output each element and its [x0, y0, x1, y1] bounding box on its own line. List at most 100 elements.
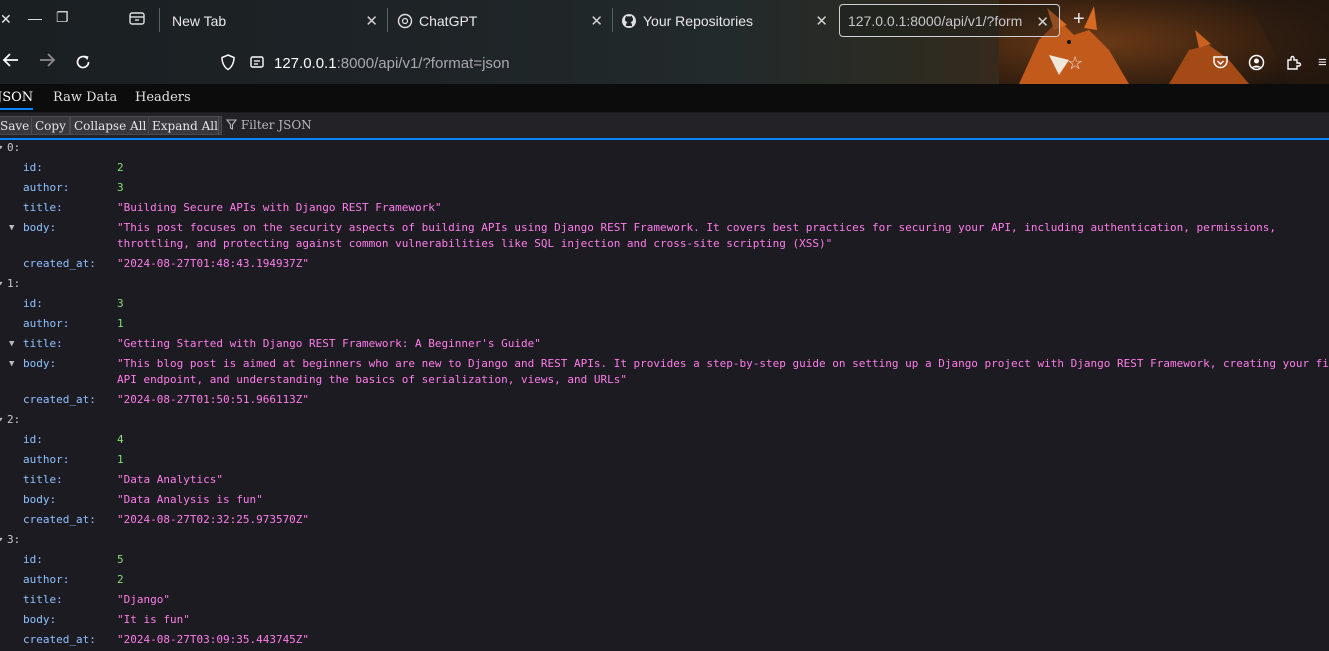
- expand-toggle-icon[interactable]: ▾: [0, 412, 3, 428]
- json-index: 3:: [7, 533, 21, 546]
- pocket-icon[interactable]: [1212, 54, 1229, 73]
- collapse-all-button[interactable]: Collapse All: [70, 116, 151, 135]
- json-key: created_at:: [23, 633, 96, 646]
- json-index: 2:: [7, 413, 21, 426]
- new-tab-icon[interactable]: +: [1073, 8, 1085, 31]
- json-key: author:: [23, 317, 70, 330]
- expand-toggle-icon[interactable]: ▼: [9, 336, 14, 352]
- extensions-icon[interactable]: [1285, 54, 1302, 74]
- github-icon: [621, 13, 637, 29]
- tab-json[interactable]: JSON: [0, 90, 34, 110]
- json-value: "It is fun": [117, 613, 190, 626]
- json-value: "2024-08-27T01:50:51.966113Z": [117, 393, 310, 406]
- json-key: body:: [23, 357, 57, 370]
- close-icon[interactable]: ✕: [815, 12, 828, 30]
- menu-icon[interactable]: ≡: [1318, 54, 1327, 71]
- json-key: title:: [23, 337, 63, 350]
- json-value: "Data Analysis is fun": [117, 493, 263, 506]
- expand-toggle-icon[interactable]: ▾: [0, 140, 3, 156]
- json-key: author:: [23, 453, 70, 466]
- tab-your-repositories[interactable]: Your Repositories ✕: [613, 4, 838, 37]
- filter-icon: [225, 118, 241, 132]
- reload-icon[interactable]: [75, 54, 91, 73]
- json-key: title:: [23, 473, 63, 486]
- account-icon[interactable]: [1248, 54, 1265, 74]
- json-value: 3: [117, 297, 124, 310]
- json-key: author:: [23, 573, 70, 586]
- json-key: id:: [23, 433, 43, 446]
- tab-label: New Tab: [172, 12, 227, 29]
- json-value: throttling, and protecting against commo…: [117, 237, 833, 250]
- tab-chatgpt[interactable]: ChatGPT ✕: [388, 4, 613, 37]
- json-key: created_at:: [23, 257, 96, 270]
- url-path: :8000/api/v1/?format=json: [336, 55, 510, 72]
- back-arrow-icon[interactable]: [2, 52, 20, 73]
- close-icon[interactable]: ✕: [1036, 13, 1049, 31]
- tab-label: Your Repositories: [643, 12, 753, 29]
- json-key: body:: [23, 613, 57, 626]
- expand-all-button[interactable]: Expand All: [148, 116, 222, 135]
- json-value: "2024-08-27T01:48:43.194937Z": [117, 257, 310, 270]
- toolbar-divider: [218, 116, 219, 135]
- url-bar[interactable]: 127.0.0.1:8000/api/v1/?format=json: [274, 55, 510, 72]
- chatgpt-icon: [397, 13, 413, 29]
- tab-new-tab[interactable]: New Tab ✕: [160, 4, 388, 37]
- json-value: "Getting Started with Django REST Framew…: [117, 337, 541, 350]
- json-key: author:: [23, 181, 70, 194]
- json-toolbar: Save Copy Collapse All Expand All Filter…: [0, 113, 1329, 140]
- tab-label: ChatGPT: [419, 12, 478, 29]
- close-icon[interactable]: ✕: [590, 12, 603, 30]
- browser-chrome: ✕ — ❐ New Tab ✕ ChatGPT ✕ Your Repositor…: [0, 0, 1329, 84]
- minimize-icon[interactable]: —: [28, 10, 42, 26]
- json-key: body:: [23, 493, 57, 506]
- json-value: "Data Analytics": [117, 473, 223, 486]
- json-value: "Building Secure APIs with Django REST F…: [117, 201, 442, 214]
- json-key: id:: [23, 297, 43, 310]
- json-key: title:: [23, 201, 63, 214]
- close-icon[interactable]: ✕: [0, 11, 12, 28]
- json-value: 1: [117, 317, 124, 330]
- json-value: 4: [117, 433, 124, 446]
- json-value: "This blog post is aimed at beginners wh…: [117, 357, 1329, 370]
- expand-toggle-icon[interactable]: ▼: [9, 356, 14, 372]
- expand-toggle-icon[interactable]: ▾: [0, 532, 3, 548]
- tab-manager-icon[interactable]: [128, 9, 146, 30]
- url-host: 127.0.0.1: [274, 55, 337, 72]
- json-index: 0:: [7, 141, 21, 154]
- nav-bar: 127.0.0.1:8000/api/v1/?format=json ☆ ≡: [0, 40, 1329, 84]
- shield-icon[interactable]: [220, 54, 236, 74]
- json-value: API endpoint, and understanding the basi…: [117, 373, 627, 386]
- bookmark-star-icon[interactable]: ☆: [1067, 53, 1083, 74]
- save-button[interactable]: Save: [0, 116, 34, 135]
- close-icon[interactable]: ✕: [365, 12, 378, 30]
- page-info-icon[interactable]: [249, 54, 265, 73]
- tab-label: 127.0.0.1:8000/api/v1/?form: [848, 12, 1023, 29]
- json-value: "2024-08-27T02:32:25.973570Z": [117, 513, 310, 526]
- tab-raw-data[interactable]: Raw Data: [53, 90, 117, 105]
- json-index: 1:: [7, 277, 21, 290]
- json-viewer-tabs: JSON Raw Data Headers: [0, 84, 1329, 112]
- forward-arrow-icon[interactable]: [38, 52, 56, 71]
- json-value: 2: [117, 573, 124, 586]
- json-key: id:: [23, 553, 43, 566]
- json-value: "Django": [117, 593, 170, 606]
- json-value: "This post focuses on the security aspec…: [117, 221, 1276, 234]
- restore-icon[interactable]: ❐: [56, 9, 69, 26]
- tab-api-json[interactable]: 127.0.0.1:8000/api/v1/?form ✕: [839, 4, 1060, 37]
- expand-toggle-icon[interactable]: ▾: [0, 276, 3, 292]
- copy-button[interactable]: Copy: [31, 116, 70, 135]
- expand-toggle-icon[interactable]: ▼: [9, 220, 14, 236]
- filter-placeholder: Filter JSON: [240, 118, 312, 132]
- json-key: body:: [23, 221, 57, 234]
- tab-strip: ✕ — ❐ New Tab ✕ ChatGPT ✕ Your Repositor…: [0, 0, 1329, 40]
- json-key: id:: [23, 161, 43, 174]
- tab-headers[interactable]: Headers: [135, 90, 191, 105]
- json-tree: ▾ 0: id: 2 author: 3 title: "Building Secur…: [0, 140, 1329, 651]
- json-value: 3: [117, 181, 124, 194]
- json-key: created_at:: [23, 513, 96, 526]
- json-key: title:: [23, 593, 63, 606]
- filter-json-input[interactable]: Filter JSON: [225, 118, 312, 132]
- json-key: created_at:: [23, 393, 96, 406]
- json-value: "2024-08-27T03:09:35.443745Z": [117, 633, 310, 646]
- json-value: 5: [117, 553, 124, 566]
